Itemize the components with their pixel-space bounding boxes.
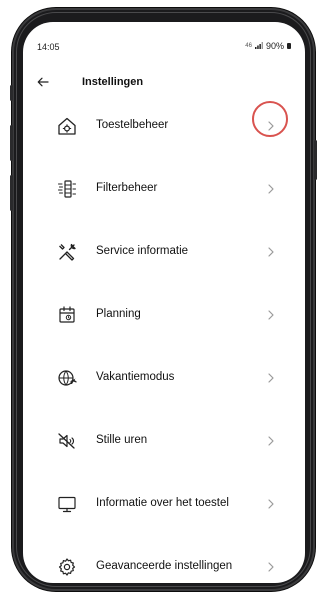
chevron-right-icon — [263, 116, 279, 136]
menu-item-label: Stille uren — [96, 434, 148, 446]
calendar-icon — [56, 304, 78, 326]
battery-percent: 90% — [265, 41, 284, 51]
menu-item-stille-uren[interactable]: Stille uren — [23, 419, 305, 465]
status-indicators: 46 90% — [245, 41, 291, 51]
menu-item-label: Planning — [96, 308, 141, 320]
phone-volume-button — [10, 125, 13, 161]
menu-item-label: Informatie over het toestel — [96, 497, 229, 509]
status-time: 14:05 — [37, 42, 60, 52]
menu-item-toestelbeheer[interactable]: Toestelbeheer — [23, 104, 305, 150]
phone-power-button — [314, 140, 317, 180]
menu-item-geavanceerde-instellingen[interactable]: Geavanceerde instellingen — [23, 545, 305, 583]
chevron-right-icon — [263, 305, 279, 325]
page-title: Instellingen — [82, 76, 144, 88]
signal-icon — [254, 41, 263, 51]
chevron-right-icon — [263, 431, 279, 451]
filter-icon — [56, 178, 78, 200]
chevron-right-icon — [263, 242, 279, 262]
globe-plane-icon — [56, 367, 78, 389]
menu-item-planning[interactable]: Planning — [23, 293, 305, 339]
chevron-right-icon — [263, 494, 279, 514]
menu-item-label: Geavanceerde instellingen — [96, 560, 233, 572]
monitor-icon — [56, 493, 78, 515]
phone-volume-button — [10, 175, 13, 211]
menu-item-label: Filterbeheer — [96, 182, 158, 194]
tools-icon — [56, 241, 78, 263]
mute-icon — [56, 430, 78, 452]
menu-item-informatie-over-het-toestel[interactable]: Informatie over het toestel — [23, 482, 305, 528]
back-button[interactable] — [31, 70, 55, 94]
phone-side-button — [10, 85, 13, 101]
chevron-right-icon — [263, 368, 279, 388]
menu-item-filterbeheer[interactable]: Filterbeheer — [23, 167, 305, 213]
menu-item-label: Vakantiemodus — [96, 371, 175, 383]
menu-item-label: Service informatie — [96, 245, 189, 257]
chevron-right-icon — [263, 557, 279, 577]
gear-icon — [56, 556, 78, 578]
network-indicator: 46 — [245, 43, 252, 49]
chevron-right-icon — [263, 179, 279, 199]
menu-item-label: Toestelbeheer — [96, 119, 169, 131]
app-header: Instellingen — [23, 70, 305, 94]
menu-item-vakantiemodus[interactable]: Vakantiemodus — [23, 356, 305, 402]
phone-screen: 14:05 46 90% Instellingen Toestelbeheer — [23, 22, 305, 583]
house-settings-icon — [56, 115, 78, 137]
arrow-left-icon — [37, 77, 49, 87]
battery-icon — [287, 43, 291, 49]
menu-item-service-informatie[interactable]: Service informatie — [23, 230, 305, 276]
status-bar: 14:05 46 90% — [23, 22, 305, 52]
